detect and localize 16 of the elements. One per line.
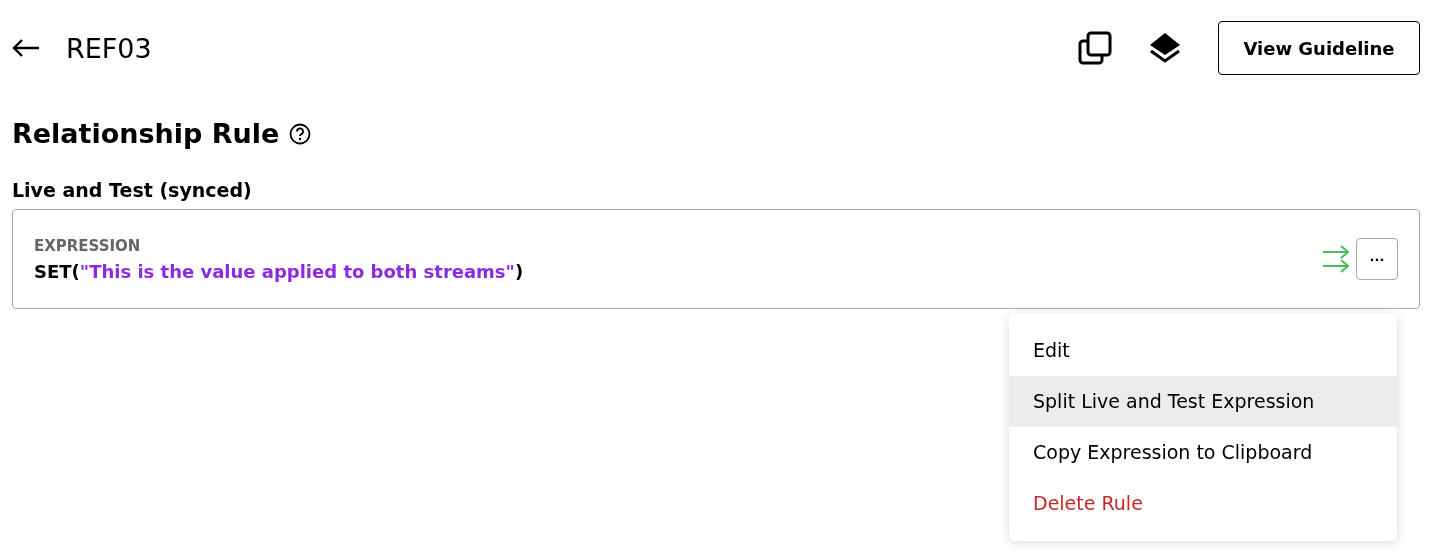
sync-label: Live and Test (synced) — [12, 179, 253, 201]
menu-item[interactable]: Delete Rule — [1009, 478, 1397, 529]
view-guideline-button[interactable]: View Guideline — [1218, 21, 1420, 75]
menu-item[interactable]: Edit — [1009, 325, 1397, 376]
copy-icon[interactable] — [1078, 31, 1112, 65]
back-arrow-icon[interactable] — [12, 38, 40, 58]
menu-item[interactable]: Copy Expression to Clipboard — [1009, 427, 1397, 478]
menu-item[interactable]: Split Live and Test Expression — [1009, 376, 1397, 427]
expression-caption: EXPRESSION — [34, 236, 142, 255]
section-title: Relationship Rule — [12, 118, 280, 149]
more-options-button[interactable]: ··· — [1356, 238, 1398, 280]
help-icon[interactable] — [289, 122, 312, 145]
page-title: REF03 — [66, 32, 152, 64]
layers-icon[interactable] — [1148, 31, 1182, 65]
expression-text: SET("This is the value applied to both streams") — [34, 260, 525, 282]
sync-arrows-icon — [1322, 244, 1350, 274]
